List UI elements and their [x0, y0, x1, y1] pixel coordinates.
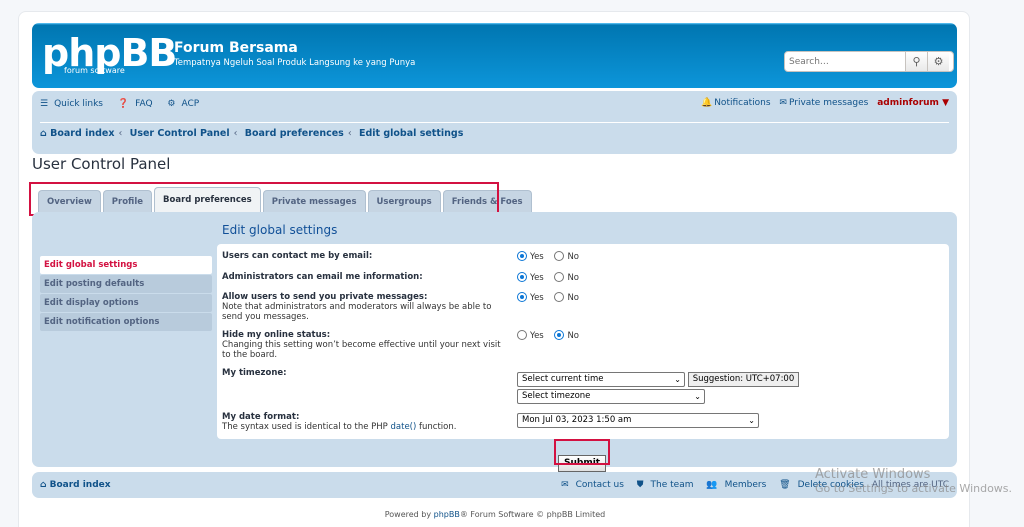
user-menu[interactable]: adminforum ▼ [877, 98, 949, 108]
admin-email-yes-radio[interactable]: Yes [517, 272, 544, 283]
acp-link[interactable]: ⚙ ACP [167, 99, 205, 109]
current-time-select[interactable]: Select current time ⌄ [517, 372, 685, 387]
hide-online-note: Changing this setting won’t become effec… [222, 340, 501, 360]
email-no-radio[interactable]: No [554, 251, 579, 262]
envelope-icon: ✉ [561, 480, 569, 490]
caret-down-icon: ▼ [942, 98, 949, 108]
radio-unchecked [554, 272, 565, 282]
menu-icon: ☰ [40, 99, 49, 109]
users-icon: 👥 [706, 480, 718, 490]
pm-label: Allow users to send you private messages… [222, 292, 428, 302]
bell-icon: 🔔 [700, 98, 713, 108]
search-box: ⚲ ⚙ [784, 51, 954, 72]
trash-icon: 🗑 [779, 480, 791, 490]
page-wrapper: phpBB forum software Forum Bersama Tempa… [18, 11, 970, 527]
radio-checked [554, 330, 565, 340]
members-link[interactable]: 👥 Members [701, 480, 766, 490]
timezone-label: My timezone: [222, 368, 287, 378]
radio-checked [517, 272, 527, 282]
side-item-edit-posting-defaults[interactable]: Edit posting defaults [40, 275, 212, 293]
ucp-panel: Edit global settings Edit posting defaul… [32, 212, 957, 467]
team-link[interactable]: ⛊ The team [632, 480, 694, 490]
question-icon: ❓ [117, 99, 130, 109]
hide-online-label: Hide my online status: [222, 330, 331, 340]
breadcrumb: ⌂ Board index ‹ User Control Panel ‹ Board… [40, 122, 949, 139]
home-icon: ⌂ [40, 128, 47, 139]
quick-links-menu[interactable]: ☰ Quick links [40, 99, 109, 109]
timezone-suggestion-button[interactable]: Suggestion: UTC+07:00 [687, 372, 800, 387]
site-logo[interactable]: phpBB forum software [42, 33, 177, 79]
breadcrumb-edit-global-settings[interactable]: Edit global settings [359, 128, 463, 139]
watermark-line1: Activate Windows [815, 467, 931, 482]
hide-online-yes-radio[interactable]: Yes [517, 330, 544, 341]
search-input[interactable] [785, 52, 905, 71]
email-label: Users can contact me by email: [222, 251, 373, 261]
faq-link[interactable]: ❓ FAQ [118, 99, 159, 109]
gear-icon: ⚙ [933, 55, 944, 68]
navbar: ☰ Quick links ❓ FAQ ⚙ ACP 🔔 Notifications ✉ P… [32, 91, 957, 154]
footer-board-index-link[interactable]: Board index [50, 480, 111, 490]
breadcrumb-ucp[interactable]: User Control Panel [130, 128, 230, 139]
shield-icon: ⛊ [636, 480, 644, 490]
tabs-highlight-box [29, 182, 499, 216]
page-title: User Control Panel [32, 155, 171, 173]
submit-highlight-box [554, 439, 610, 465]
chevron-down-icon: ⌄ [674, 375, 681, 384]
chevron-down-icon: ⌄ [694, 392, 701, 401]
side-item-edit-display-options[interactable]: Edit display options [40, 294, 212, 312]
dateformat-note: The syntax used is identical to the PHP … [222, 422, 457, 432]
windows-activation-watermark: Activate Windows Go to Settings to activ… [815, 467, 1012, 495]
dateformat-label: My date format: [222, 412, 300, 422]
admin-email-label: Administrators can email me information: [222, 272, 423, 282]
breadcrumb-board-preferences[interactable]: Board preferences [245, 128, 344, 139]
breadcrumb-separator: ‹ [118, 128, 123, 139]
breadcrumb-separator: ‹ [347, 128, 352, 139]
radio-unchecked [517, 330, 527, 340]
radio-unchecked [554, 292, 565, 302]
hide-online-no-radio[interactable]: No [554, 330, 579, 341]
powered-by: Powered by phpBB® Forum Software © phpBB… [384, 510, 606, 519]
home-icon: ⌂ [40, 480, 47, 490]
breadcrumb-board-index[interactable]: Board index [50, 128, 114, 139]
settings-form: Users can contact me by email: Yes No Ad… [217, 244, 949, 439]
dateformat-select[interactable]: Mon Jul 03, 2023 1:50 am ⌄ [517, 413, 759, 428]
side-item-edit-global-settings[interactable]: Edit global settings [40, 256, 212, 274]
chevron-down-icon: ⌄ [748, 416, 755, 425]
breadcrumb-separator: ‹ [233, 128, 238, 139]
private-messages-link[interactable]: ✉ Private messages [779, 98, 868, 108]
email-yes-radio[interactable]: Yes [517, 251, 544, 262]
logo-subtext: forum software [64, 66, 125, 75]
pm-yes-radio[interactable]: Yes [517, 292, 544, 303]
contact-link[interactable]: ✉ Contact us [556, 480, 624, 490]
php-date-link[interactable]: date() [391, 422, 417, 432]
advanced-search-button[interactable]: ⚙ [927, 52, 949, 71]
watermark-line2: Go to Settings to activate Windows. [815, 482, 1013, 495]
phpbb-link[interactable]: phpBB [434, 510, 460, 519]
side-item-edit-notification-options[interactable]: Edit notification options [40, 313, 212, 331]
site-description: Tempatnya Ngeluh Soal Produk Langsung ke… [174, 58, 416, 68]
cogs-icon: ⚙ [167, 99, 176, 109]
radio-checked [517, 292, 527, 302]
admin-email-no-radio[interactable]: No [554, 272, 579, 283]
pm-note: Note that administrators and moderators … [222, 302, 492, 322]
search-icon: ⚲ [912, 55, 921, 68]
panel-title: Edit global settings [222, 223, 338, 237]
timezone-select[interactable]: Select timezone ⌄ [517, 389, 705, 404]
radio-unchecked [554, 251, 565, 261]
header-bar: phpBB forum software Forum Bersama Tempa… [32, 23, 957, 88]
search-button[interactable]: ⚲ [905, 52, 927, 71]
side-menu: Edit global settings Edit posting defaul… [40, 256, 212, 332]
notifications-link[interactable]: 🔔 Notifications [701, 98, 771, 108]
pm-no-radio[interactable]: No [554, 292, 579, 303]
inbox-icon: ✉ [779, 98, 787, 108]
site-title: Forum Bersama [174, 40, 298, 56]
radio-checked [517, 251, 527, 261]
